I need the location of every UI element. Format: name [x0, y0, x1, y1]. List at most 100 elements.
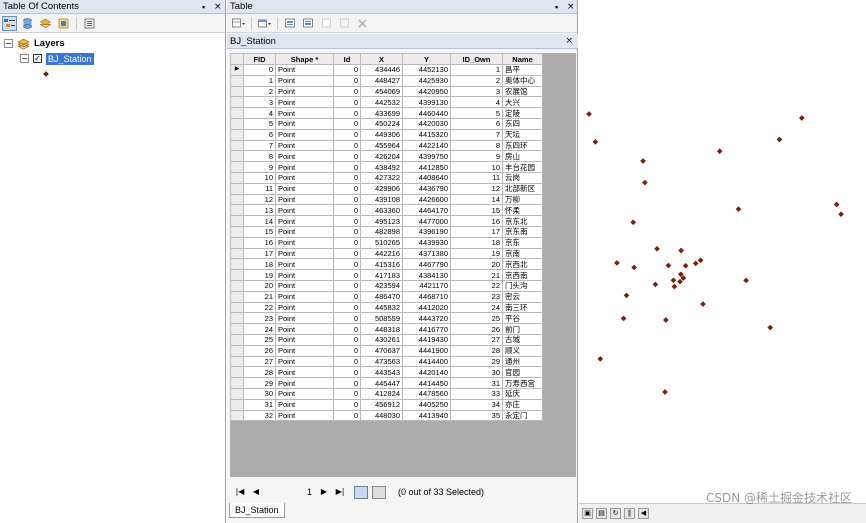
station-point[interactable]: [640, 158, 646, 164]
x-cell[interactable]: 433699: [360, 107, 403, 119]
layer-symbol[interactable]: [43, 67, 49, 80]
table-row[interactable]: 5 Point 0 450224 4420030 6 东四: [230, 117, 543, 130]
fid-cell[interactable]: 20: [243, 279, 276, 292]
y-cell[interactable]: 4420030: [402, 117, 451, 130]
shape-cell[interactable]: Point: [275, 150, 334, 163]
id-own-cell[interactable]: 5: [450, 107, 503, 119]
next-record-button[interactable]: ▶: [318, 486, 330, 498]
fid-cell[interactable]: 27: [243, 355, 276, 368]
zoom-to-selected-button[interactable]: [337, 16, 352, 31]
select-by-attributes-button[interactable]: [283, 16, 298, 31]
id-cell[interactable]: 0: [333, 377, 361, 389]
station-point[interactable]: [631, 264, 637, 271]
x-cell[interactable]: 443543: [360, 366, 403, 379]
y-cell[interactable]: 4371380: [402, 247, 451, 260]
fid-cell[interactable]: 18: [243, 258, 276, 271]
table-row[interactable]: 3 Point 0 442532 4399130 4 大兴: [230, 96, 543, 109]
x-cell[interactable]: 463360: [360, 204, 403, 217]
station-point[interactable]: [743, 277, 749, 284]
y-cell[interactable]: 4408640: [402, 171, 451, 184]
id-own-cell[interactable]: 16: [450, 215, 503, 227]
row-selector[interactable]: [230, 236, 244, 249]
name-cell[interactable]: 房山: [502, 150, 543, 163]
toc-options-button[interactable]: [82, 16, 97, 31]
id-own-cell[interactable]: 25: [450, 312, 503, 325]
id-own-cell[interactable]: 6: [450, 117, 503, 130]
table-row[interactable]: 6 Point 0 449306 4415320 7 天坛: [230, 128, 543, 141]
first-record-button[interactable]: |◀: [234, 486, 246, 498]
row-selector[interactable]: [230, 269, 244, 281]
y-cell[interactable]: 4420950: [402, 85, 451, 98]
related-tables-button[interactable]: [257, 16, 272, 31]
y-cell[interactable]: 4425930: [402, 74, 451, 87]
x-cell[interactable]: 448427: [360, 74, 403, 87]
x-cell[interactable]: 454069: [360, 85, 403, 98]
name-cell[interactable]: 丰台花园: [502, 161, 543, 173]
x-cell[interactable]: 455964: [360, 139, 403, 152]
x-cell[interactable]: 439108: [360, 193, 403, 206]
id-cell[interactable]: 0: [333, 312, 361, 325]
shape-cell[interactable]: Point: [275, 312, 334, 325]
x-cell[interactable]: 450224: [360, 117, 403, 130]
id-own-cell[interactable]: 19: [450, 247, 503, 260]
shape-cell[interactable]: Point: [275, 215, 334, 227]
x-cell[interactable]: 426204: [360, 150, 403, 163]
id-cell[interactable]: 0: [333, 96, 361, 109]
list-by-drawing-order-button[interactable]: [2, 15, 17, 31]
layer-bj-station[interactable]: − ✓ BJ_Station: [20, 52, 94, 65]
station-point[interactable]: [665, 262, 672, 269]
id-cell[interactable]: 0: [333, 128, 361, 141]
shape-cell[interactable]: Point: [275, 117, 334, 130]
fid-cell[interactable]: 24: [243, 323, 276, 335]
id-cell[interactable]: 0: [333, 236, 361, 249]
x-cell[interactable]: 430261: [360, 333, 403, 346]
id-cell[interactable]: 0: [333, 344, 361, 357]
id-own-cell[interactable]: 15: [450, 204, 503, 217]
id-cell[interactable]: 0: [333, 117, 361, 130]
fid-cell[interactable]: 31: [243, 398, 276, 411]
id-cell[interactable]: 0: [333, 398, 361, 411]
name-cell[interactable]: 北部新区: [502, 182, 543, 195]
station-point[interactable]: [798, 115, 805, 121]
fid-cell[interactable]: 3: [243, 96, 276, 109]
table-row[interactable]: 8 Point 0 426204 4399750 9 房山: [230, 150, 543, 163]
x-cell[interactable]: 445832: [360, 301, 403, 314]
station-point[interactable]: [586, 111, 592, 117]
list-by-visibility-button[interactable]: [38, 16, 53, 31]
row-selector[interactable]: [230, 107, 244, 119]
name-cell[interactable]: 京东: [502, 236, 543, 249]
name-cell[interactable]: 平谷: [502, 312, 543, 325]
y-cell[interactable]: 4464170: [402, 204, 451, 217]
x-cell[interactable]: 445447: [360, 377, 403, 389]
id-own-cell[interactable]: 35: [450, 409, 503, 422]
row-selector[interactable]: [230, 279, 244, 292]
x-cell[interactable]: 442216: [360, 247, 403, 260]
column-header-id[interactable]: Id: [333, 53, 361, 65]
station-point[interactable]: [833, 201, 840, 208]
table-row[interactable]: 17 Point 0 442216 4371380 19 京南: [230, 247, 543, 260]
name-cell[interactable]: 昌平: [502, 64, 543, 76]
id-cell[interactable]: 0: [333, 290, 361, 303]
station-point[interactable]: [592, 139, 599, 145]
shape-cell[interactable]: Point: [275, 355, 334, 368]
table-row[interactable]: 16 Point 0 510265 4439930 18 京东: [230, 236, 543, 249]
row-selector-header[interactable]: [230, 53, 244, 65]
name-cell[interactable]: 门头沟: [502, 279, 543, 292]
name-cell[interactable]: 通州: [502, 355, 543, 368]
id-cell[interactable]: 0: [333, 409, 361, 422]
last-record-button[interactable]: ▶|: [334, 486, 346, 498]
id-cell[interactable]: 0: [333, 150, 361, 163]
y-cell[interactable]: 4468710: [402, 290, 451, 303]
list-by-source-button[interactable]: [20, 16, 35, 31]
fid-cell[interactable]: 0: [243, 64, 276, 76]
id-cell[interactable]: 0: [333, 139, 361, 152]
shape-cell[interactable]: Point: [275, 74, 334, 87]
id-own-cell[interactable]: 1: [450, 64, 503, 76]
row-selector[interactable]: [230, 171, 244, 184]
fid-cell[interactable]: 28: [243, 366, 276, 379]
row-selector[interactable]: [230, 344, 244, 357]
x-cell[interactable]: 415316: [360, 258, 403, 271]
data-view-button[interactable]: ▣: [582, 508, 593, 519]
table-row[interactable]: 29 Point 0 445447 4414450 31 万寿西宫: [230, 377, 543, 389]
id-own-cell[interactable]: 10: [450, 161, 503, 173]
